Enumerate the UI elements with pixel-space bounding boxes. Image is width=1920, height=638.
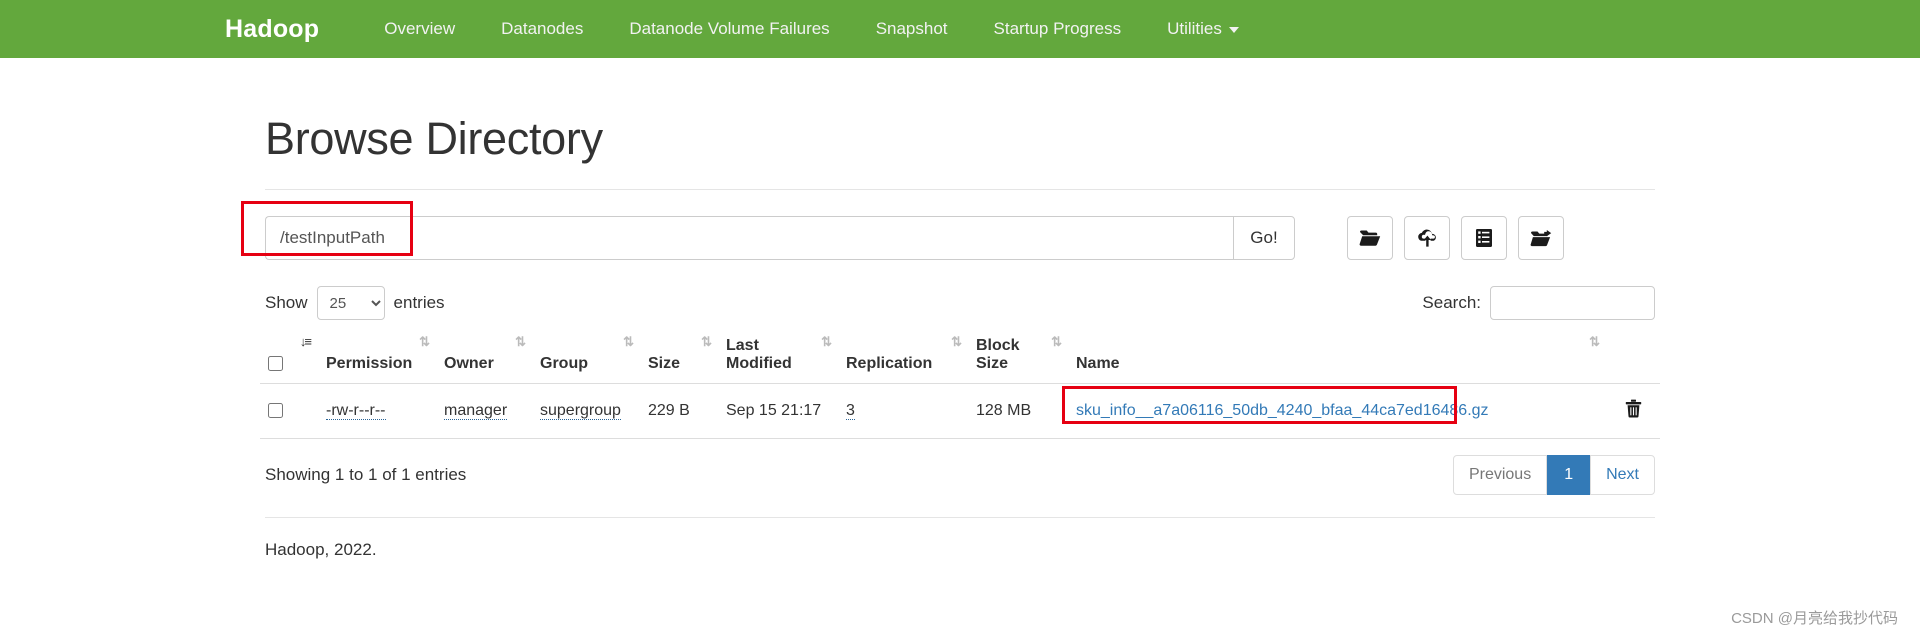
replication-value[interactable]: 3 xyxy=(846,402,855,420)
chevron-down-icon xyxy=(1228,26,1239,33)
search-input[interactable] xyxy=(1490,286,1655,320)
footer-divider xyxy=(265,517,1655,518)
cloud-upload-icon xyxy=(1416,229,1439,248)
go-button[interactable]: Go! xyxy=(1233,216,1295,260)
pagination-next[interactable]: Next xyxy=(1590,455,1655,495)
table-header-row: ↓≡ ⇅ Permission ⇅ Owner ⇅ Group ⇅ Size ⇅… xyxy=(260,329,1660,384)
nav-snapshot[interactable]: Snapshot xyxy=(853,19,971,39)
directory-tools xyxy=(1347,216,1575,260)
permission-value[interactable]: -rw-r--r-- xyxy=(326,402,386,420)
th-select-all[interactable]: ↓≡ xyxy=(260,329,318,384)
th-permission-label: Permission xyxy=(326,355,413,372)
th-actions xyxy=(1606,329,1660,384)
file-name-link[interactable]: sku_info__a7a06116_50db_4240_bfaa_44ca7e… xyxy=(1076,402,1489,419)
th-name-label: Name xyxy=(1076,355,1120,372)
th-owner[interactable]: ⇅ Owner xyxy=(436,329,532,384)
search-control: Search: xyxy=(1422,286,1655,320)
cell-size: 229 B xyxy=(640,383,718,439)
folder-open-icon xyxy=(1359,229,1381,247)
copyright-text: Hadoop, 2022. xyxy=(265,540,377,559)
th-size[interactable]: ⇅ Size xyxy=(640,329,718,384)
nav-startup-progress[interactable]: Startup Progress xyxy=(971,19,1145,39)
owner-value[interactable]: manager xyxy=(444,402,508,420)
pagination: Previous 1 Next xyxy=(1452,455,1655,495)
path-input[interactable] xyxy=(265,216,1233,260)
cell-name: sku_info__a7a06116_50db_4240_bfaa_44ca7e… xyxy=(1062,383,1606,439)
th-last-modified-line2: Modified xyxy=(726,355,792,372)
delete-file-button[interactable] xyxy=(1625,399,1642,418)
sort-icon-block-size[interactable]: ⇅ xyxy=(1051,335,1062,348)
cell-group: supergroup xyxy=(532,383,640,439)
title-divider xyxy=(265,189,1655,190)
page-title: Browse Directory xyxy=(265,113,603,164)
pagination-page-1[interactable]: 1 xyxy=(1547,455,1591,495)
pagination-previous[interactable]: Previous xyxy=(1452,455,1548,495)
snapshot-list-button[interactable] xyxy=(1461,216,1507,260)
directory-listing-table: ↓≡ ⇅ Permission ⇅ Owner ⇅ Group ⇅ Size ⇅… xyxy=(260,329,1660,439)
sort-icon-select[interactable]: ↓≡ xyxy=(300,335,312,348)
sort-icon-permission[interactable]: ⇅ xyxy=(419,335,430,348)
sort-icon-last-modified[interactable]: ⇅ xyxy=(821,335,832,348)
cell-actions xyxy=(1606,383,1660,439)
row-select-cell xyxy=(260,383,318,439)
create-directory-button[interactable] xyxy=(1347,216,1393,260)
sort-icon-name[interactable]: ⇅ xyxy=(1589,335,1600,348)
search-label: Search: xyxy=(1422,293,1481,312)
path-toolbar-row: Go! xyxy=(241,201,1660,260)
sort-icon-replication[interactable]: ⇅ xyxy=(951,335,962,348)
nav-links: Overview Datanodes Datanode Volume Failu… xyxy=(361,19,1262,39)
sort-icon-size[interactable]: ⇅ xyxy=(701,335,712,348)
select-all-checkbox[interactable] xyxy=(268,356,283,372)
cut-paste-button[interactable] xyxy=(1518,216,1564,260)
th-name[interactable]: ⇅ Name xyxy=(1068,329,1606,384)
brand-logo[interactable]: Hadoop xyxy=(225,15,319,44)
th-owner-label: Owner xyxy=(444,355,494,372)
nav-datanodes[interactable]: Datanodes xyxy=(478,19,606,39)
nav-utilities[interactable]: Utilities xyxy=(1144,19,1262,39)
entries-select[interactable]: 25 xyxy=(316,286,385,320)
group-value[interactable]: supergroup xyxy=(540,402,621,420)
th-permission[interactable]: ⇅ Permission xyxy=(318,329,436,384)
th-group-label: Group xyxy=(540,355,588,372)
trash-icon xyxy=(1625,399,1642,421)
top-navbar: Hadoop Overview Datanodes Datanode Volum… xyxy=(0,0,1920,58)
th-block-size-line2: Size xyxy=(976,355,1009,372)
list-icon xyxy=(1475,228,1493,248)
cell-replication: 3 xyxy=(838,383,968,439)
main-container: Browse Directory Go! xyxy=(241,113,1675,560)
sort-icon-group[interactable]: ⇅ xyxy=(623,335,634,348)
table-head: ↓≡ ⇅ Permission ⇅ Owner ⇅ Group ⇅ Size ⇅… xyxy=(260,329,1660,384)
table-row: -rw-r--r-- manager supergroup 229 B Sep … xyxy=(260,383,1660,439)
sort-icon-owner[interactable]: ⇅ xyxy=(515,335,526,348)
th-last-modified-line1: Last xyxy=(726,337,759,354)
watermark: CSDN @月亮给我抄代码 xyxy=(1731,610,1898,627)
th-replication-label: Replication xyxy=(846,355,933,372)
nav-datanode-volume-failures[interactable]: Datanode Volume Failures xyxy=(606,19,852,39)
path-input-group: Go! xyxy=(241,201,1295,260)
th-replication[interactable]: ⇅ Replication xyxy=(838,329,968,384)
folder-cut-icon xyxy=(1530,229,1553,248)
table-controls: Show 25 entries Search: xyxy=(260,286,1660,320)
th-block-size-line1: Block xyxy=(976,337,1020,354)
cell-last-modified: Sep 15 21:17 xyxy=(718,383,838,439)
table-body: -rw-r--r-- manager supergroup 229 B Sep … xyxy=(260,383,1660,439)
entries-label: entries xyxy=(393,293,445,312)
cell-owner: manager xyxy=(436,383,532,439)
showing-entries-info: Showing 1 to 1 of 1 entries xyxy=(265,465,467,484)
th-size-label: Size xyxy=(648,355,681,372)
table-footer: Showing 1 to 1 of 1 entries Previous 1 N… xyxy=(260,455,1660,495)
cell-block-size: 128 MB xyxy=(968,383,1068,439)
show-label: Show xyxy=(265,293,308,312)
cell-permission: -rw-r--r-- xyxy=(318,383,436,439)
nav-overview[interactable]: Overview xyxy=(361,19,478,39)
nav-utilities-label: Utilities xyxy=(1167,19,1222,38)
upload-files-button[interactable] xyxy=(1404,216,1450,260)
th-last-modified[interactable]: ⇅ Last Modified xyxy=(718,329,838,384)
th-group[interactable]: ⇅ Group xyxy=(532,329,640,384)
row-checkbox[interactable] xyxy=(268,403,283,419)
th-block-size[interactable]: ⇅ Block Size xyxy=(968,329,1068,384)
show-entries-control: Show 25 entries xyxy=(265,286,445,320)
